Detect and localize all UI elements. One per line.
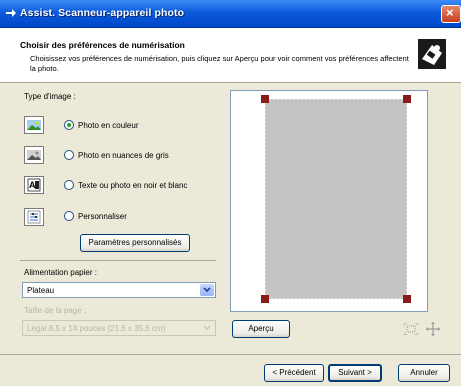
scanner-camera-icon	[418, 39, 446, 69]
selection-handle[interactable]	[403, 295, 411, 303]
title-bar: Assist. Scanneur-appareil photo ×	[0, 0, 461, 28]
radio-custom[interactable]	[64, 211, 74, 221]
header-description: Choisissez vos préférences de numérisati…	[30, 54, 409, 73]
paper-source-value: Plateau	[27, 286, 55, 295]
chevron-down-icon[interactable]	[200, 284, 214, 296]
next-button[interactable]: Suivant >	[328, 364, 382, 382]
arrow-right-icon	[6, 9, 16, 17]
page-size-value: Légal 8,5 x 14 pouces (21,6 x 35,6 cm)	[27, 324, 166, 333]
separator	[20, 260, 216, 261]
fit-selection-icon[interactable]	[404, 323, 418, 335]
option-bw-label: Texte ou photo en noir et blanc	[78, 181, 188, 190]
custom-settings-button[interactable]: Paramètres personnalisés	[80, 234, 190, 252]
option-grayscale-label: Photo en nuances de gris	[78, 151, 169, 160]
paper-source-select[interactable]: Plateau	[22, 282, 216, 298]
page-size-select[interactable]: Légal 8,5 x 14 pouces (21,6 x 35,6 cm)	[22, 320, 216, 336]
radio-bw-text[interactable]	[64, 180, 74, 190]
scan-selection-frame[interactable]	[231, 91, 427, 311]
radio-grayscale-photo[interactable]	[64, 150, 74, 160]
custom-settings-icon	[24, 208, 44, 226]
option-color-photo-label: Photo en couleur	[78, 121, 139, 130]
chevron-down-icon[interactable]	[200, 322, 214, 334]
selection-handle[interactable]	[261, 295, 269, 303]
paper-source-label: Alimentation papier :	[24, 268, 97, 277]
close-button[interactable]: ×	[441, 5, 461, 23]
svg-text:A: A	[29, 180, 36, 190]
page-size-label: Taille de la page :	[24, 306, 87, 315]
preview-button[interactable]: Aperçu	[232, 320, 290, 338]
close-icon: ×	[446, 5, 454, 20]
footer-separator	[0, 354, 461, 355]
selection-handle[interactable]	[261, 95, 269, 103]
selection-handle[interactable]	[403, 95, 411, 103]
header-title: Choisir des préférences de numérisation	[20, 40, 185, 50]
radio-color-photo[interactable]	[64, 120, 74, 130]
window-title: Assist. Scanneur-appareil photo	[20, 7, 185, 19]
wizard-header: Choisir des préférences de numérisation …	[0, 28, 461, 83]
color-photo-icon	[24, 116, 44, 134]
back-button[interactable]: < Précédent	[264, 364, 324, 382]
zoom-icon[interactable]	[426, 322, 440, 336]
grayscale-photo-icon	[24, 146, 44, 164]
image-type-label: Type d'image :	[24, 92, 76, 101]
preview-area	[230, 90, 428, 312]
option-custom-label: Personnaliser	[78, 212, 127, 221]
cancel-button[interactable]: Annuler	[398, 364, 450, 382]
bw-text-icon: A	[24, 176, 44, 194]
